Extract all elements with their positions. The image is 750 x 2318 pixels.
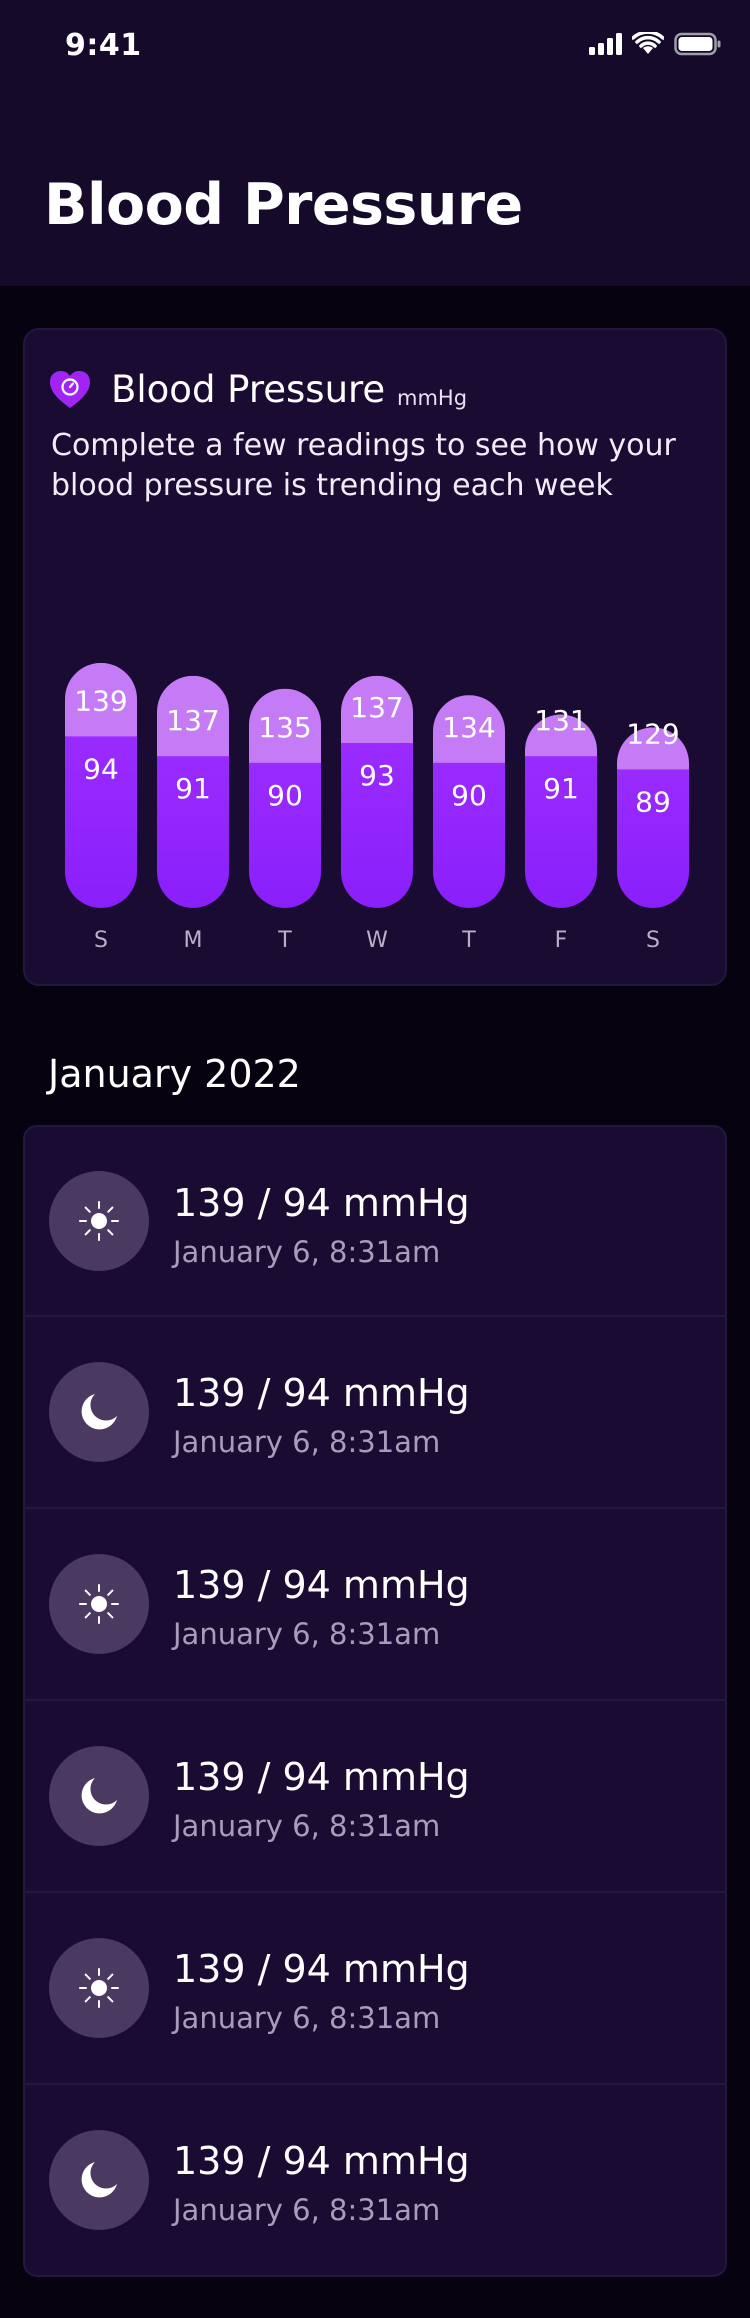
systolic-label: 139 (74, 684, 127, 717)
blood-pressure-chart-card: Blood Pressure mmHg Complete a few readi… (23, 328, 727, 986)
diastolic-label: 90 (267, 779, 303, 812)
day-label: T (461, 928, 476, 953)
diastolic-label: 91 (543, 772, 579, 805)
diastolic-label: 93 (359, 759, 395, 792)
month-label: January 2022 (48, 1052, 301, 1096)
sun-icon (49, 1171, 149, 1271)
day-label: S (94, 928, 108, 953)
header: 9:41 Blood Pressure (0, 0, 750, 286)
systolic-label: 129 (626, 717, 679, 750)
sun-icon (49, 1938, 149, 2038)
diastolic-label: 94 (83, 752, 119, 785)
reading-row[interactable]: 139 / 94 mmHg January 6, 8:31am (23, 2085, 727, 2277)
reading-value: 139 / 94 mmHg (173, 1181, 470, 1225)
signal-icon (589, 33, 622, 55)
reading-value: 139 / 94 mmHg (173, 1947, 470, 1991)
reading-value: 139 / 94 mmHg (173, 1371, 470, 1415)
reading-value: 139 / 94 mmHg (173, 1563, 470, 1607)
systolic-label: 137 (350, 691, 403, 724)
systolic-label: 137 (166, 704, 219, 737)
day-label: F (555, 928, 568, 953)
diastolic-label: 90 (451, 779, 487, 812)
diastolic-label: 91 (175, 772, 211, 805)
reading-date: January 6, 8:31am (173, 1809, 441, 1843)
day-label: M (184, 928, 203, 953)
reading-value: 139 / 94 mmHg (173, 2139, 470, 2183)
status-time: 9:41 (65, 28, 142, 63)
bp-bar-chart: 139 94 S 137 91 M 135 90 T 137 93 W 134 90 T 131 91 F 129 8… (65, 662, 689, 953)
wifi-icon (632, 32, 664, 54)
page-title: Blood Pressure (44, 172, 523, 238)
sun-icon (49, 1554, 149, 1654)
moon-icon (49, 1746, 149, 1846)
reading-date: January 6, 8:31am (173, 1235, 441, 1269)
reading-row[interactable]: 139 / 94 mmHg January 6, 8:31am (23, 1701, 727, 1893)
day-label: T (277, 928, 292, 953)
diastolic-label: 89 (635, 785, 671, 818)
reading-row[interactable]: 139 / 94 mmHg January 6, 8:31am (23, 1893, 727, 2085)
day-label: W (366, 928, 388, 953)
reading-row[interactable]: 139 / 94 mmHg January 6, 8:31am (23, 1509, 727, 1701)
readings-list: 139 / 94 mmHg January 6, 8:31am 139 / 94 m… (23, 1125, 727, 2277)
status-icons (589, 30, 722, 58)
reading-row[interactable]: 139 / 94 mmHg January 6, 8:31am (23, 1317, 727, 1509)
moon-icon (49, 1362, 149, 1462)
day-label: S (646, 928, 660, 953)
reading-date: January 6, 8:31am (173, 2193, 441, 2227)
reading-date: January 6, 8:31am (173, 1425, 441, 1459)
systolic-label: 135 (258, 711, 311, 744)
reading-row[interactable]: 139 / 94 mmHg January 6, 8:31am (23, 1125, 727, 1317)
systolic-label: 131 (534, 704, 587, 737)
reading-date: January 6, 8:31am (173, 1617, 441, 1651)
reading-value: 139 / 94 mmHg (173, 1755, 470, 1799)
moon-icon (49, 2130, 149, 2230)
reading-date: January 6, 8:31am (173, 2001, 441, 2035)
systolic-label: 134 (442, 711, 495, 744)
battery-icon (674, 32, 721, 56)
